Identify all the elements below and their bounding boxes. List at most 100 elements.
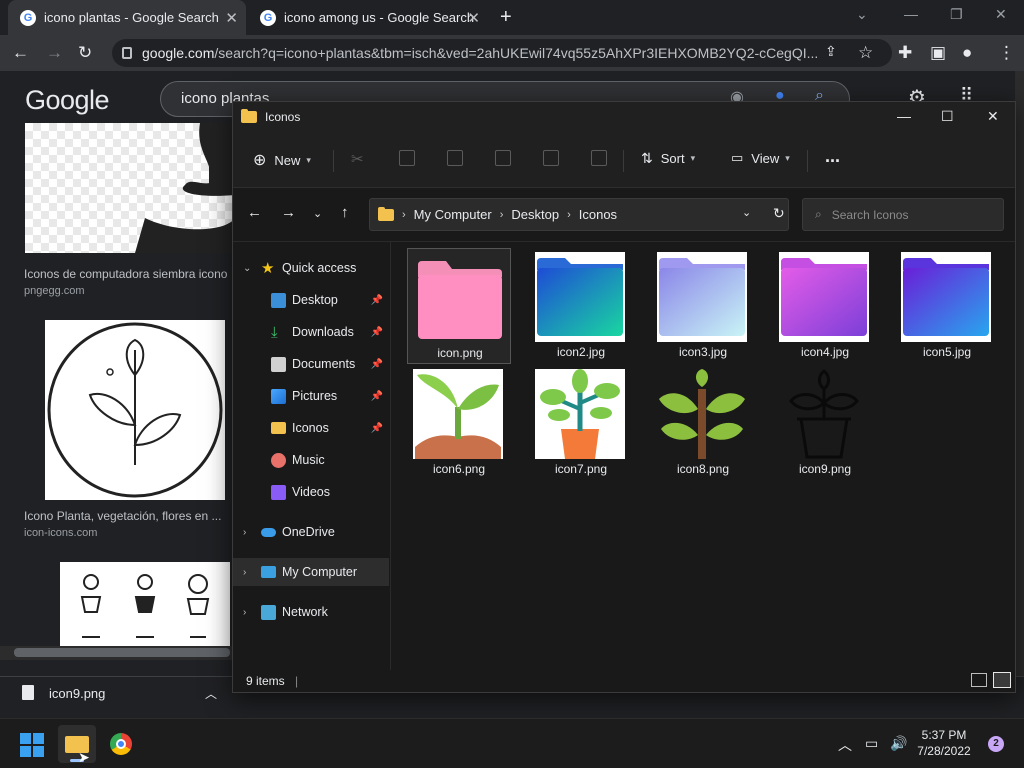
file-tile-icon7-png[interactable]: icon7.png xyxy=(529,365,633,481)
sort-button[interactable]: ⇅ Sort ▾ xyxy=(641,150,695,167)
nav-videos[interactable]: Videos xyxy=(233,478,389,506)
taskbar-chrome-icon[interactable] xyxy=(110,733,132,755)
nav-quick-access[interactable]: ⌄ ★ Quick access xyxy=(233,254,389,282)
delete-icon[interactable] xyxy=(591,150,607,166)
copy-icon[interactable] xyxy=(399,150,415,166)
restore-icon[interactable]: ❐ xyxy=(950,6,963,23)
collapsed-chevron-icon[interactable]: › xyxy=(243,567,246,578)
chrome-menu-kebab-icon[interactable]: ⋮ xyxy=(998,43,1015,63)
tab-icono-plantas[interactable]: G icono plantas - Google Search ✕ xyxy=(8,0,246,35)
nav-music[interactable]: Music xyxy=(233,446,389,474)
result-source[interactable]: icon-icons.com xyxy=(24,527,97,539)
result-image-flower-pots[interactable] xyxy=(60,562,230,646)
explorer-title-bar[interactable]: Iconos — ☐ ✕ xyxy=(233,102,1015,132)
paste-icon[interactable] xyxy=(447,150,463,166)
notification-badge[interactable]: 2 xyxy=(988,736,1004,752)
chevron-up-icon[interactable]: ︿ xyxy=(205,685,217,702)
minimize-icon[interactable]: — xyxy=(904,6,918,22)
tab-icono-among-us[interactable]: G icono among us - Google Search ✕ xyxy=(248,0,488,35)
side-panel-icon[interactable]: ▣ xyxy=(930,43,946,63)
close-icon[interactable]: ✕ xyxy=(987,108,999,125)
file-tile-icon9-png[interactable]: icon9.png xyxy=(773,365,877,481)
search-iconos-input[interactable]: ⌕ Search Iconos xyxy=(802,198,1004,231)
tab-search-chevron-icon[interactable]: ⌄ xyxy=(856,6,868,23)
vertical-scrollbar[interactable] xyxy=(1015,71,1024,676)
breadcrumb-my-computer[interactable]: My Computer xyxy=(414,207,492,222)
nav-downloads[interactable]: ⤓ Downloads 📌 xyxy=(233,318,389,346)
breadcrumb-iconos[interactable]: Iconos xyxy=(579,207,617,222)
scrollbar-thumb[interactable] xyxy=(14,648,230,657)
close-tab-icon[interactable]: ✕ xyxy=(467,9,480,27)
taskbar-file-explorer[interactable] xyxy=(58,725,96,763)
file-tile-icon4-jpg[interactable]: icon4.jpg xyxy=(773,248,877,364)
bookmark-star-icon[interactable]: ☆ xyxy=(858,43,873,63)
pin-icon[interactable]: 📌 xyxy=(371,359,383,370)
back-arrow-icon[interactable]: ← xyxy=(247,204,262,221)
downloaded-file-name[interactable]: icon9.png xyxy=(49,686,105,701)
nav-label: Music xyxy=(292,453,325,467)
rename-icon[interactable] xyxy=(495,150,511,166)
nav-desktop[interactable]: Desktop 📌 xyxy=(233,286,389,314)
share-icon[interactable]: ⇪ xyxy=(825,43,837,60)
result-caption[interactable]: Icono Planta, vegetación, flores en ... xyxy=(24,509,221,523)
pin-icon[interactable]: 📌 xyxy=(371,327,383,338)
cloud-icon xyxy=(261,527,276,537)
forward-arrow-icon[interactable]: → xyxy=(281,204,296,221)
recent-chevron-icon[interactable]: ⌄ xyxy=(313,207,322,220)
result-image-plant-circle[interactable] xyxy=(45,320,225,500)
result-caption[interactable]: Iconos de computadora siembra icono xyxy=(24,267,227,281)
windows-taskbar: ➤ ︿ ▭ 🔊 5:37 PM 7/28/2022 2 xyxy=(0,718,1024,768)
close-tab-icon[interactable]: ✕ xyxy=(225,9,238,27)
windows-start-icon[interactable] xyxy=(20,733,44,757)
close-window-icon[interactable]: ✕ xyxy=(995,6,1007,23)
view-button[interactable]: ▭ View ▾ xyxy=(731,150,790,166)
profile-avatar-icon[interactable]: ● xyxy=(962,43,972,63)
show-hidden-icons-chevron[interactable]: ︿ xyxy=(838,735,852,755)
file-tile-icon-png[interactable]: icon.png xyxy=(407,248,511,364)
expanded-chevron-icon[interactable]: ⌄ xyxy=(243,263,251,274)
nav-my-computer[interactable]: › My Computer xyxy=(233,558,389,586)
address-bar[interactable]: › My Computer › Desktop › Iconos ⌄ ↻ xyxy=(369,198,789,231)
new-button[interactable]: ⊕ New ▾ xyxy=(253,150,311,170)
nav-documents[interactable]: Documents 📌 xyxy=(233,350,389,378)
file-tile-icon2-jpg[interactable]: icon2.jpg xyxy=(529,248,633,364)
file-tile-icon8-png[interactable]: icon8.png xyxy=(651,365,755,481)
horizontal-scrollbar[interactable] xyxy=(0,646,232,660)
nav-iconos[interactable]: Iconos 📌 xyxy=(233,414,389,442)
file-tile-icon6-png[interactable]: icon6.png xyxy=(407,365,511,481)
nav-pictures[interactable]: Pictures 📌 xyxy=(233,382,389,410)
system-clock[interactable]: 5:37 PM 7/28/2022 xyxy=(910,727,978,759)
volume-icon[interactable]: 🔊 xyxy=(890,735,907,752)
forward-arrow-icon[interactable]: → xyxy=(46,43,63,63)
file-tile-icon5-jpg[interactable]: icon5.jpg xyxy=(895,248,999,364)
result-image-plant-hand[interactable] xyxy=(25,123,235,253)
file-tile-icon3-jpg[interactable]: icon3.jpg xyxy=(651,248,755,364)
nav-network[interactable]: › Network xyxy=(233,598,389,626)
share-icon[interactable] xyxy=(543,150,559,166)
result-source[interactable]: pngegg.com xyxy=(24,285,85,297)
large-icons-view-icon[interactable] xyxy=(993,672,1011,688)
collapsed-chevron-icon[interactable]: › xyxy=(243,607,246,618)
nav-onedrive[interactable]: › OneDrive xyxy=(233,518,389,546)
extensions-puzzle-icon[interactable]: ✚ xyxy=(898,43,912,63)
address-dropdown-icon[interactable]: ⌄ xyxy=(742,206,751,219)
minimize-icon[interactable]: — xyxy=(897,108,911,124)
file-name: icon7.png xyxy=(554,462,608,476)
collapsed-chevron-icon[interactable]: › xyxy=(243,527,246,538)
pin-icon[interactable]: 📌 xyxy=(371,423,383,434)
back-arrow-icon[interactable]: ← xyxy=(12,43,29,63)
omnibox[interactable]: google.com/search?q=icono+plantas&tbm=is… xyxy=(112,39,892,67)
maximize-icon[interactable]: ☐ xyxy=(941,108,954,125)
reload-icon[interactable]: ↻ xyxy=(78,43,92,63)
network-monitor-icon[interactable]: ▭ xyxy=(865,735,878,752)
pin-icon[interactable]: 📌 xyxy=(371,295,383,306)
up-arrow-icon[interactable]: ↑ xyxy=(341,204,349,221)
refresh-icon[interactable]: ↻ xyxy=(773,205,785,222)
details-view-icon[interactable] xyxy=(971,673,987,687)
more-options-button[interactable]: ... xyxy=(825,146,840,167)
cut-icon[interactable]: ✂ xyxy=(351,150,367,168)
breadcrumb-desktop[interactable]: Desktop xyxy=(511,207,559,222)
pin-icon[interactable]: 📌 xyxy=(371,391,383,402)
google-logo[interactable]: Google xyxy=(25,85,110,116)
new-tab-plus-icon[interactable]: + xyxy=(500,6,512,29)
